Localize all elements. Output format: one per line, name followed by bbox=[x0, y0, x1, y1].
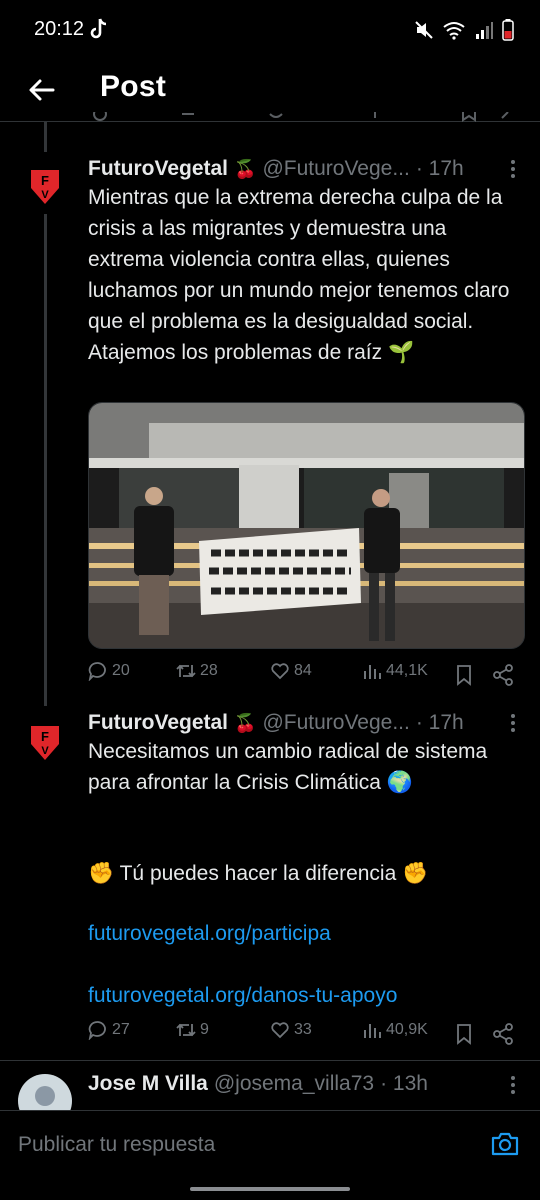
views-count: 40,9K bbox=[386, 1021, 428, 1038]
heart-icon bbox=[271, 663, 289, 680]
cherry-emoji-icon: 🍒 bbox=[234, 712, 257, 733]
retweet-button[interactable]: 9 bbox=[176, 1020, 209, 1040]
like-count: 33 bbox=[294, 1021, 312, 1038]
tweet-header: FuturoVegetal 🍒 @FuturoVege... · 17h bbox=[88, 154, 508, 184]
tweet-header: Jose M Villa @josema_villa73 · 13h bbox=[88, 1069, 508, 1099]
views-count: 44,1K bbox=[386, 662, 428, 679]
camera-icon[interactable] bbox=[490, 1129, 520, 1159]
protest-photo-image bbox=[89, 403, 524, 648]
display-name[interactable]: FuturoVegetal bbox=[88, 711, 228, 735]
reply-count: 20 bbox=[112, 662, 130, 679]
mute-icon bbox=[415, 21, 433, 39]
more-options-icon[interactable] bbox=[502, 158, 524, 180]
avatar[interactable]: F V bbox=[18, 158, 72, 212]
svg-text:V: V bbox=[41, 189, 49, 201]
retweet-count: 9 bbox=[200, 1021, 209, 1038]
tweet-photo[interactable] bbox=[88, 402, 525, 649]
home-indicator[interactable] bbox=[190, 1187, 350, 1191]
signal-icon bbox=[476, 22, 493, 39]
tweet-text: Necesitamos un cambio radical de sistema… bbox=[88, 740, 488, 794]
views-icon bbox=[364, 1024, 381, 1038]
reply-icon bbox=[88, 1021, 106, 1040]
bookmark-icon[interactable] bbox=[454, 1023, 474, 1045]
page-title: Post bbox=[100, 70, 167, 103]
back-arrow-icon bbox=[29, 79, 55, 101]
retweet-button[interactable]: 28 bbox=[176, 661, 218, 681]
status-icons bbox=[414, 18, 514, 42]
bookmark-icon[interactable] bbox=[454, 664, 474, 686]
battery-icon bbox=[502, 19, 514, 41]
views-button[interactable]: 40,9K bbox=[362, 1020, 428, 1040]
tweet-time: · 17h bbox=[415, 157, 464, 180]
more-options-icon[interactable] bbox=[502, 712, 524, 734]
svg-text:F: F bbox=[41, 173, 49, 188]
link-participa[interactable]: futurovegetal.org/participa bbox=[88, 922, 331, 946]
views-button[interactable]: 44,1K bbox=[362, 661, 428, 681]
reply-input[interactable]: Publicar tu respuesta bbox=[18, 1133, 215, 1157]
reply-button[interactable]: 20 bbox=[88, 661, 130, 681]
display-name[interactable]: FuturoVegetal bbox=[88, 157, 228, 181]
link-danos-tu-apoyo[interactable]: futurovegetal.org/danos-tu-apoyo bbox=[88, 984, 397, 1008]
reply-button[interactable]: 27 bbox=[88, 1020, 130, 1040]
reply-divider bbox=[0, 1060, 540, 1061]
like-button[interactable]: 33 bbox=[270, 1020, 312, 1040]
tweet-time: · 17h bbox=[415, 711, 464, 734]
reply-composer[interactable]: Publicar tu respuesta bbox=[0, 1110, 540, 1179]
thread-line-middle bbox=[44, 214, 47, 706]
like-count: 84 bbox=[294, 662, 312, 679]
tweet-time: · 13h bbox=[380, 1072, 428, 1095]
tweet-actions: 27 9 33 40,9K bbox=[88, 1020, 518, 1048]
user-handle[interactable]: @josema_villa73 bbox=[214, 1072, 374, 1096]
avatar[interactable]: F V bbox=[18, 714, 72, 768]
tweet-text-line: ✊ Tú puedes hacer la diferencia ✊ bbox=[88, 862, 429, 885]
share-icon[interactable] bbox=[492, 664, 514, 686]
status-bar: 20:12 bbox=[0, 0, 540, 60]
wifi-icon bbox=[443, 22, 465, 40]
futurovegetal-logo-icon: F V bbox=[18, 714, 72, 768]
svg-text:F: F bbox=[41, 729, 49, 744]
tweet-header: FuturoVegetal 🍒 @FuturoVege... · 17h bbox=[88, 708, 508, 738]
tweet-actions: 20 28 84 44,1K bbox=[88, 661, 518, 689]
tweet-text: Mientras que la extrema derecha culpa de… bbox=[88, 186, 510, 364]
retweet-icon bbox=[176, 664, 196, 678]
futurovegetal-logo-icon: F V bbox=[18, 158, 72, 212]
reply-icon bbox=[88, 662, 106, 681]
display-name[interactable]: Jose M Villa bbox=[88, 1072, 208, 1096]
like-button[interactable]: 84 bbox=[270, 661, 312, 681]
svg-text:V: V bbox=[41, 745, 49, 757]
share-icon[interactable] bbox=[492, 1023, 514, 1045]
heart-icon bbox=[271, 1022, 289, 1039]
retweet-icon bbox=[176, 1023, 196, 1037]
previous-tweet-actions-cut bbox=[90, 112, 520, 128]
user-handle[interactable]: @FuturoVege... bbox=[262, 711, 409, 735]
tiktok-icon bbox=[90, 18, 107, 39]
views-icon bbox=[364, 665, 381, 679]
cherry-emoji-icon: 🍒 bbox=[234, 158, 257, 179]
back-button[interactable] bbox=[22, 70, 62, 110]
status-time: 20:12 bbox=[34, 18, 85, 40]
user-handle[interactable]: @FuturoVege... bbox=[262, 157, 409, 181]
more-options-icon[interactable] bbox=[502, 1074, 524, 1096]
reply-count: 27 bbox=[112, 1021, 130, 1038]
thread-line-top bbox=[44, 122, 47, 152]
retweet-count: 28 bbox=[200, 662, 218, 679]
